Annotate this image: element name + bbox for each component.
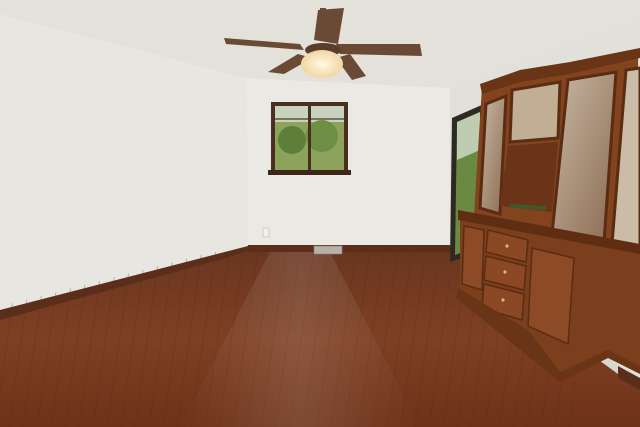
room-photo bbox=[0, 0, 640, 427]
back-baseboard bbox=[248, 245, 450, 252]
cabinet-door-left bbox=[461, 225, 485, 291]
floor-vent bbox=[313, 245, 343, 255]
cabinet-door-right bbox=[527, 247, 575, 346]
cabinet-open-shelf bbox=[500, 142, 558, 212]
window bbox=[268, 102, 351, 175]
fan-blade-right bbox=[336, 44, 422, 56]
wall-outlet bbox=[262, 227, 270, 238]
cabinet-glass-center bbox=[508, 80, 562, 144]
fan-light bbox=[301, 50, 343, 78]
room-scene bbox=[0, 0, 640, 427]
